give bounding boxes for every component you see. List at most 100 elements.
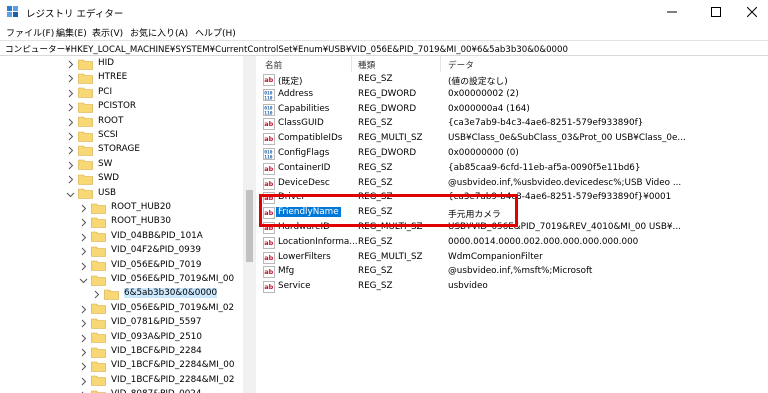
chevron-right-icon[interactable]	[79, 362, 88, 371]
address-path[interactable]: コンピューター¥HKEY_LOCAL_MACHINE¥SYSTEM¥Curren…	[5, 43, 568, 55]
value-name: DeviceDesc	[278, 177, 330, 188]
tree-node-label: VID_1BCF&PID_2284&MI_02	[111, 374, 235, 385]
menu-bar: ファイル(F) 編集(E) 表示(V) お気に入り(A) ヘルプ(H)	[0, 24, 768, 40]
column-divider[interactable]	[440, 56, 441, 72]
chevron-right-icon[interactable]	[66, 132, 75, 141]
tree-node-label: STORAGE	[98, 144, 140, 155]
svg-text:ab: ab	[264, 269, 273, 277]
tree-node[interactable]: SCSI	[0, 129, 243, 143]
tree-node[interactable]: HID	[0, 57, 243, 71]
chevron-right-icon[interactable]	[92, 290, 101, 299]
svg-text:ab: ab	[264, 180, 273, 188]
tree-node[interactable]: VID_056E&PID_7019	[0, 259, 243, 273]
chevron-right-icon[interactable]	[66, 146, 75, 155]
minimize-button[interactable]	[652, 0, 692, 24]
maximize-button[interactable]	[696, 0, 736, 24]
menu-file[interactable]: ファイル(F)	[6, 26, 54, 39]
value-row[interactable]: ab Service REG_SZ usbvideo	[257, 280, 768, 294]
value-row[interactable]: 010 110 ConfigFlags REG_DWORD 0x00000000 (0)	[257, 147, 768, 161]
tree-node[interactable]: ROOT_HUB20	[0, 201, 243, 215]
tree-node[interactable]: ROOT	[0, 115, 243, 129]
tree-node[interactable]: VID_1BCF&PID_2284	[0, 345, 243, 359]
value-row[interactable]: ab DeviceDesc REG_SZ @usbvideo.inf,%usbvide…	[257, 177, 768, 191]
string-value-icon: ab	[263, 251, 275, 264]
tree-node[interactable]: PCI	[0, 86, 243, 100]
tree-node[interactable]: VID_04F2&PID_0939	[0, 244, 243, 258]
tree-node[interactable]: SW	[0, 158, 243, 172]
tree-node[interactable]: STORAGE	[0, 143, 243, 157]
chevron-right-icon[interactable]	[79, 377, 88, 386]
folder-open-icon	[78, 188, 93, 199]
value-row[interactable]: ab LocationInforma... REG_SZ 0000.0014.0000…	[257, 236, 768, 250]
chevron-right-icon[interactable]	[66, 74, 75, 83]
tree-node[interactable]: PCISTOR	[0, 100, 243, 114]
chevron-right-icon[interactable]	[79, 348, 88, 357]
address-bar[interactable]: コンピューター¥HKEY_LOCAL_MACHINE¥SYSTEM¥Curren…	[0, 40, 768, 56]
chevron-right-icon[interactable]	[66, 118, 75, 127]
column-divider[interactable]	[351, 56, 352, 72]
value-row[interactable]: ab Mfg REG_SZ @usbvideo.inf,%msft%;Microsof…	[257, 265, 768, 279]
chevron-right-icon[interactable]	[79, 319, 88, 328]
close-icon	[747, 7, 757, 17]
tree-node[interactable]: 6&5ab3b30&0&0000	[0, 287, 243, 301]
chevron-right-icon[interactable]	[66, 60, 75, 69]
tree-node[interactable]: VID_1BCF&PID_2284&MI_00	[0, 359, 243, 373]
chevron-right-icon[interactable]	[79, 218, 88, 227]
menu-help[interactable]: ヘルプ(H)	[195, 26, 236, 39]
chevron-down-icon[interactable]	[79, 276, 88, 285]
column-header-data[interactable]: データ	[448, 59, 474, 71]
tree-node[interactable]: VID_0781&PID_5597	[0, 316, 243, 330]
tree-node-label: SW	[98, 158, 113, 169]
value-row[interactable]: ab (既定) REG_SZ (値の設定なし)	[257, 73, 768, 87]
value-row[interactable]: 010 110 Address REG_DWORD 0x00000002 (2)	[257, 88, 768, 102]
tree-node[interactable]: VID_04BB&PID_101A	[0, 230, 243, 244]
chevron-right-icon[interactable]	[79, 204, 88, 213]
tree-node[interactable]: VID_8087&PID_0024	[0, 388, 243, 393]
tree-node[interactable]: SWD	[0, 172, 243, 186]
svg-text:110: 110	[264, 155, 273, 160]
tree-node-label: USB	[98, 187, 117, 198]
value-row[interactable]: ab ClassGUID REG_SZ {ca3e7ab9-b4c3-4ae6-825…	[257, 117, 768, 131]
chevron-right-icon[interactable]	[66, 175, 75, 184]
close-button[interactable]	[732, 0, 768, 24]
value-row[interactable]: ab ContainerID REG_SZ {ab85caa9-6cfd-11eb-a…	[257, 162, 768, 176]
chevron-right-icon[interactable]	[66, 89, 75, 98]
chevron-right-icon[interactable]	[66, 161, 75, 170]
key-tree[interactable]: HID HTREE PCI PCISTOR ROOT SCSI STORAGE SW SWD US…	[0, 56, 256, 393]
tree-node-label: PCISTOR	[98, 101, 137, 112]
folder-icon	[78, 145, 93, 156]
column-headers: 名前 種類 データ	[257, 56, 768, 72]
menu-edit[interactable]: 編集(E)	[56, 26, 87, 39]
tree-node-label: VID_056E&PID_7019&MI_02	[111, 302, 235, 313]
value-row[interactable]: ab LowerFilters REG_MULTI_SZ WdmCompanionFi…	[257, 251, 768, 265]
value-row[interactable]: ab CompatibleIDs REG_MULTI_SZ USB¥Class_0e&…	[257, 132, 768, 146]
chevron-right-icon[interactable]	[79, 233, 88, 242]
chevron-right-icon[interactable]	[79, 247, 88, 256]
value-data: 0x000000a4 (164)	[448, 103, 530, 114]
tree-node[interactable]: VID_1BCF&PID_2284&MI_02	[0, 374, 243, 388]
menu-favorites[interactable]: お気に入り(A)	[130, 26, 188, 39]
tree-node[interactable]: VID_056E&PID_7019&MI_00	[0, 273, 243, 287]
registry-editor-icon	[7, 6, 18, 17]
column-header-name[interactable]: 名前	[265, 59, 282, 71]
tree-node[interactable]: VID_056E&PID_7019&MI_02	[0, 302, 243, 316]
chevron-right-icon[interactable]	[79, 334, 88, 343]
tree-node[interactable]: VID_093A&PID_2510	[0, 331, 243, 345]
chevron-right-icon[interactable]	[79, 262, 88, 271]
tree-node[interactable]: ROOT_HUB30	[0, 215, 243, 229]
menu-view[interactable]: 表示(V)	[92, 26, 123, 39]
tree-scrollbar-thumb[interactable]	[246, 190, 253, 262]
value-type: REG_SZ	[358, 118, 393, 129]
chevron-right-icon[interactable]	[66, 103, 75, 112]
folder-icon	[91, 246, 106, 257]
folder-icon	[78, 102, 93, 113]
column-header-type[interactable]: 種類	[358, 59, 375, 71]
tree-node[interactable]: HTREE	[0, 71, 243, 85]
chevron-down-icon[interactable]	[66, 190, 75, 199]
tree-node[interactable]: USB	[0, 187, 243, 201]
chevron-right-icon[interactable]	[79, 305, 88, 314]
svg-text:ab: ab	[264, 165, 273, 173]
value-row[interactable]: 010 110 Capabilities REG_DWORD 0x000000a4 (1…	[257, 103, 768, 117]
value-name: LowerFilters	[278, 251, 331, 262]
folder-icon	[91, 375, 106, 387]
